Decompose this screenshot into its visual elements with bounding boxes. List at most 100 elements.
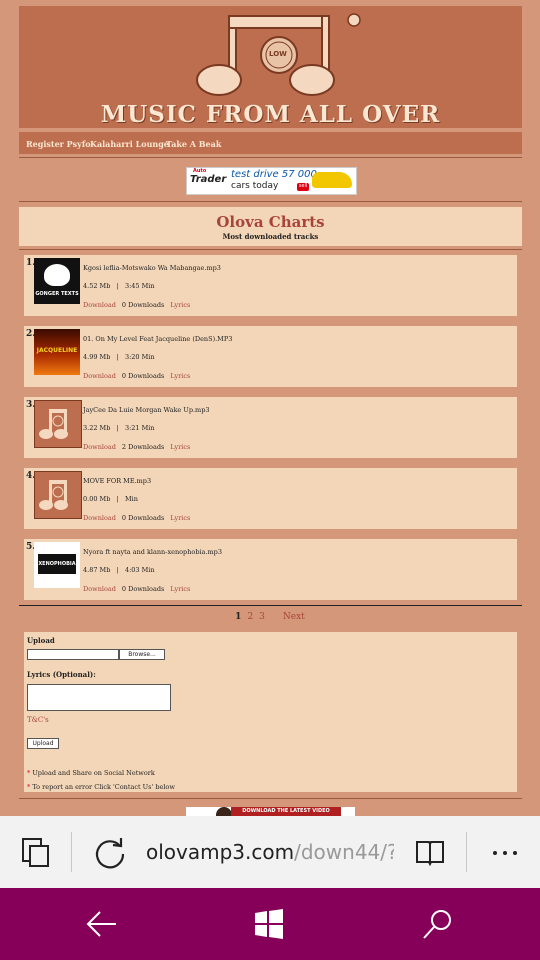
nav-link-register-psyfo[interactable]: Register Psyfo xyxy=(26,139,91,149)
track-meta: 4.99 Mb | 3:20 Min xyxy=(83,353,155,361)
ad-person-image xyxy=(216,807,232,816)
url-field[interactable]: olovamp3.com/down44/? xyxy=(146,838,394,866)
lyrics-label: Lyrics (Optional): xyxy=(27,670,96,679)
track-cover-image[interactable]: XENOPHOBIA xyxy=(34,542,80,588)
separator xyxy=(466,832,467,872)
browse-button[interactable]: Browse... xyxy=(119,649,165,660)
cover-label: GONGER TEXTS xyxy=(35,291,79,297)
track-meta: 0.00 Mb | Min xyxy=(83,495,138,503)
lyrics-textarea[interactable] xyxy=(27,684,171,711)
download-count: 0 Downloads xyxy=(121,301,165,309)
track-size: 4.87 Mb xyxy=(83,566,111,574)
charts-header: Olova Charts Most downloaded tracks xyxy=(19,207,522,246)
track-item: 3. JayCee Da Luie Morgan Wake Up.mp3 3.2… xyxy=(24,397,517,458)
track-size: 3.22 Mb xyxy=(83,424,111,432)
divider xyxy=(19,605,522,606)
ad-headline: test drive 57 000 xyxy=(231,169,317,180)
ad-sell-badge: sell xyxy=(297,183,309,191)
download-count: 0 Downloads xyxy=(121,514,165,522)
page-link-2[interactable]: 2 xyxy=(247,612,253,622)
lyrics-link[interactable]: Lyrics xyxy=(170,585,190,593)
track-cover-image[interactable] xyxy=(34,400,82,448)
site-header: LOW MUSIC FROM ALL OVER xyxy=(19,6,522,128)
lyrics-link[interactable]: Lyrics xyxy=(170,301,190,309)
file-path-input[interactable] xyxy=(27,649,119,660)
track-duration: 3:45 Min xyxy=(124,282,155,290)
note-text: To report an error Click 'Contact Us' be… xyxy=(32,783,175,791)
more-icon[interactable] xyxy=(492,850,518,856)
track-duration: 3:20 Min xyxy=(124,353,155,361)
download-link[interactable]: Download xyxy=(83,443,116,451)
error-note: * To report an error Click 'Contact Us' … xyxy=(27,783,175,791)
ad-text: DOWNLOAD THE LATEST VIDEO xyxy=(231,807,341,816)
next-page-link[interactable]: Next xyxy=(283,612,305,622)
track-name: 01. On My Level Feat Jacqueline (DenS).M… xyxy=(83,335,233,343)
track-cover-image[interactable]: GONGER TEXTS xyxy=(34,258,80,304)
windows-icon[interactable] xyxy=(254,909,284,939)
track-item: 5. XENOPHOBIA Nyora ft nayta and klann-x… xyxy=(24,539,517,600)
upload-label: Upload xyxy=(27,636,55,645)
web-page: LOW MUSIC FROM ALL OVER Register Psyfo K… xyxy=(0,0,540,816)
download-link[interactable]: Download xyxy=(83,372,116,380)
back-icon[interactable] xyxy=(86,910,118,938)
track-item: 4. MOVE FOR ME.mp3 0.00 Mb | Min Downloa… xyxy=(24,468,517,529)
upload-form: Upload Browse... Lyrics (Optional): T&C'… xyxy=(24,632,517,792)
windows-taskbar xyxy=(0,888,540,960)
upload-button[interactable]: Upload xyxy=(27,738,59,749)
track-item: 2. JACQUELINE 01. On My Level Feat Jacqu… xyxy=(24,326,517,387)
url-domain: olovamp3.com xyxy=(146,840,295,864)
track-duration: 3:21 Min xyxy=(124,424,155,432)
search-icon[interactable] xyxy=(422,908,454,940)
nav-link-kalaharri-lounge[interactable]: Kalaharri Lounge xyxy=(90,139,169,149)
upload-note: * Upload and Share on Social Network xyxy=(27,769,155,777)
browser-address-bar: olovamp3.com/down44/? xyxy=(0,816,540,888)
track-links: Download 0 Downloads Lyrics xyxy=(83,585,190,593)
lyrics-link[interactable]: Lyrics xyxy=(170,443,190,451)
ad-brand: Trader xyxy=(190,174,227,185)
logo-badge: LOW xyxy=(269,50,287,58)
track-duration: 4:03 Min xyxy=(124,566,155,574)
music-note-icon xyxy=(39,409,68,439)
charts-title: Olova Charts xyxy=(216,213,325,231)
track-meta: 4.52 Mb | 3:45 Min xyxy=(83,282,155,290)
lyrics-link[interactable]: Lyrics xyxy=(170,372,190,380)
cover-label: XENOPHOBIA xyxy=(38,561,76,567)
download-count: 0 Downloads xyxy=(121,372,165,380)
track-links: Download 0 Downloads Lyrics xyxy=(83,372,190,380)
download-count: 2 Downloads xyxy=(121,443,165,451)
separator xyxy=(71,832,72,872)
track-duration: Min xyxy=(124,495,138,503)
terms-link[interactable]: T&C's xyxy=(27,716,49,724)
download-link[interactable]: Download xyxy=(83,514,116,522)
required-star: * xyxy=(27,769,31,777)
download-count: 0 Downloads xyxy=(121,585,165,593)
download-link[interactable]: Download xyxy=(83,585,116,593)
music-note-icon xyxy=(39,480,68,510)
divider xyxy=(19,201,522,202)
track-size: 0.00 Mb xyxy=(83,495,111,503)
tabs-icon[interactable] xyxy=(22,838,50,868)
track-name: JayCee Da Luie Morgan Wake Up.mp3 xyxy=(83,406,210,414)
refresh-icon[interactable] xyxy=(93,836,127,870)
nav-link-take-a-beak[interactable]: Take A Beak xyxy=(166,139,221,149)
track-size: 4.99 Mb xyxy=(83,353,111,361)
divider xyxy=(19,798,522,799)
track-name: Kgosi leflia-Motswako Wa Mabangae.mp3 xyxy=(83,264,221,272)
charts-subtitle: Most downloaded tracks xyxy=(222,232,319,241)
track-name: MOVE FOR ME.mp3 xyxy=(83,477,152,485)
lyrics-link[interactable]: Lyrics xyxy=(170,514,190,522)
car-image xyxy=(312,172,352,188)
autotrader-ad-banner[interactable]: Auto Trader test drive 57 000 cars today… xyxy=(186,167,357,195)
track-size: 4.52 Mb xyxy=(83,282,111,290)
top-nav: Register Psyfo Kalaharri Lounge Take A B… xyxy=(19,132,522,154)
cover-label: JACQUELINE xyxy=(36,347,78,354)
note-text: Upload and Share on Social Network xyxy=(32,769,155,777)
track-cover-image[interactable]: JACQUELINE xyxy=(34,329,80,375)
required-star: * xyxy=(27,783,31,791)
reading-view-icon[interactable] xyxy=(415,838,445,866)
download-link[interactable]: Download xyxy=(83,301,116,309)
site-title: MUSIC FROM ALL OVER xyxy=(100,101,441,128)
track-cover-image[interactable] xyxy=(34,471,82,519)
page-link-3[interactable]: 3 xyxy=(259,612,265,622)
video-ad-banner[interactable]: DOWNLOAD THE LATEST VIDEO xyxy=(186,807,355,816)
